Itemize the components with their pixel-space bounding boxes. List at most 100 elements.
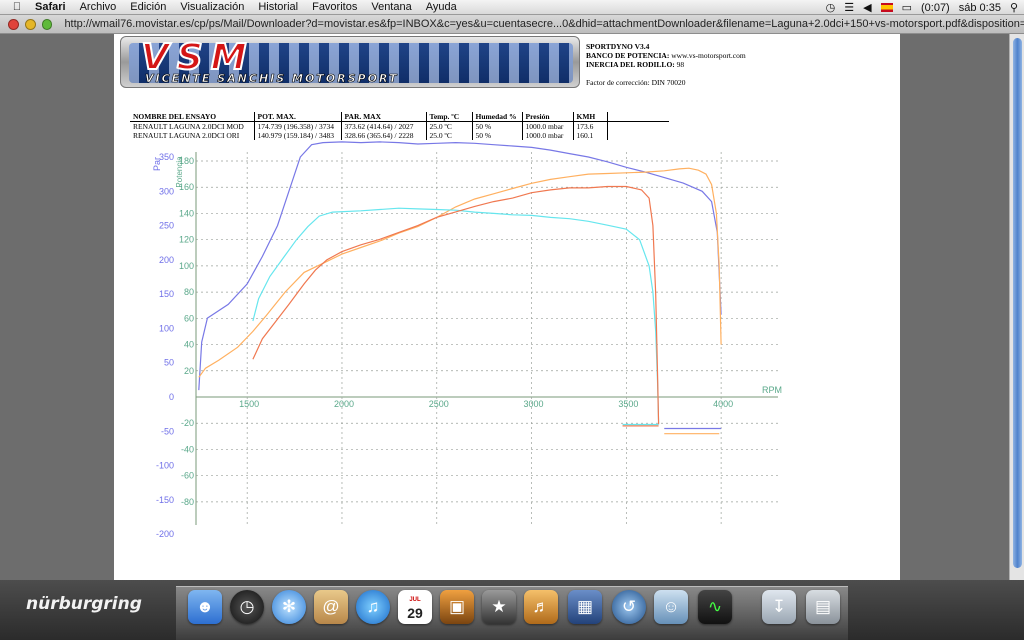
wallpaper-brand: nürburgring [26,594,142,614]
col-header: NOMBRE DEL ENSAYO [130,112,255,122]
dashboard-icon[interactable]: ◷ [230,590,264,624]
menu-app-safari[interactable]: Safari [28,1,73,13]
potencia-tick-label: -40 [181,444,194,454]
table-cell: 373.62 (414.64) / 2027 [341,121,427,131]
potencia-tick-label: 40 [184,340,194,350]
table-cell: 174.739 (196.358) / 3734 [254,121,342,131]
potencia-tick-label: -80 [181,497,194,507]
col-header: PAR. MAX [341,112,427,122]
par-tick-label: -200 [156,529,174,539]
results-table: NOMBRE DEL ENSAYO POT. MAX. PAR. MAX Tem… [130,112,669,140]
series-line-3 [252,185,660,425]
par-tick-label: 150 [159,289,174,299]
col-header-empty [607,112,669,122]
downloads-stack-icon[interactable]: ↧ [762,590,796,624]
rpm-tick-label: 3500 [618,399,638,409]
rpm-tick-label: 2500 [429,399,449,409]
potencia-tick-label: 140 [179,208,194,218]
col-header: KMH [573,112,608,122]
dyno-chart: 350300250200150100500-50-100-150-2001801… [152,141,782,539]
battery-icon[interactable]: ▭ [902,1,912,14]
par-tick-label: 200 [159,255,174,265]
bench-value: www.vs-motorsport.com [671,51,746,60]
scrollbar-thumb[interactable] [1013,38,1022,568]
itunes-icon[interactable]: ♫ [356,590,390,624]
spotlight-icon[interactable]: ⚲ [1010,1,1018,14]
address-bar[interactable]: http://wmail76.movistar.es/cp/ps/Mail/Do… [64,18,1024,30]
ical-icon[interactable]: JUL 29 [398,590,432,624]
inertia-label: INERCIA DEL RODILLO: [586,60,675,69]
par-tick-label: 100 [159,323,174,333]
trash-icon[interactable]: ▤ [806,590,840,624]
par-tick-label: -100 [156,461,174,471]
potencia-tick-label: 60 [184,313,194,323]
rpm-tick-label: 3000 [524,399,544,409]
time-machine-icon[interactable]: ◷ [826,1,836,14]
minimize-window-button[interactable] [24,18,36,30]
par-tick-label: 300 [159,186,174,196]
battery-time[interactable]: (0:07) [921,2,950,14]
volume-icon[interactable]: ◀ [863,1,871,14]
software-name: SPORTDYNO V3.4 [586,42,650,51]
par-tick-label: 250 [159,221,174,231]
preview-icon[interactable]: ☺ [654,590,688,624]
logo-subtitle: VICENTE SANCHIS MOTORSPORT [145,72,399,86]
par-tick-label: 50 [164,358,174,368]
menu-favoritos[interactable]: Favoritos [305,1,364,13]
inertia-value: 98 [676,60,685,69]
apple-icon[interactable]:  [6,1,28,13]
table-header-row: NOMBRE DEL ENSAYO POT. MAX. PAR. MAX Tem… [130,112,669,122]
potencia-tick-label: 120 [179,235,194,245]
vsm-logo: VSM VICENTE SANCHIS MOTORSPORT [120,36,580,88]
zoom-window-button[interactable] [41,18,53,30]
browser-viewport: VSM VICENTE SANCHIS MOTORSPORT SPORTDYNO… [0,34,1024,580]
imovie-icon[interactable]: ★ [482,590,516,624]
par-tick-label: -50 [161,426,174,436]
clock[interactable]: sáb 0:35 [959,2,1001,14]
par-axis-title: Par [152,157,162,171]
bench-label: BANCO DE POTENCIA: [586,51,670,60]
finder-icon[interactable]: ☻ [188,590,222,624]
menu-ventana[interactable]: Ventana [364,1,418,13]
dock: nürburgring ☻ ◷ ✻ @ ♫ JUL 29 ▣ ★ ♬ ▦ ↺ ☺… [0,580,1024,640]
correction-factor: Factor de corrección: DIN 70020 [586,78,686,87]
rpm-tick-label: 1500 [239,399,259,409]
col-header: Presión [522,112,574,122]
pdf-page: VSM VICENTE SANCHIS MOTORSPORT SPORTDYNO… [114,34,900,580]
table-cell: 25.0 ºC [426,121,473,131]
menu-historial[interactable]: Historial [251,1,305,13]
menu-bar:  Safari Archivo Edición Visualización H… [0,0,1024,15]
table-row: RENAULT LAGUNA 2.0DCI MOD 174.739 (196.3… [130,121,669,132]
spaces-icon[interactable]: ▦ [568,590,602,624]
potencia-tick-label: 20 [184,366,194,376]
rpm-axis-title: RPM [762,385,782,395]
menu-ayuda[interactable]: Ayuda [419,1,464,13]
par-tick-label: 0 [169,392,174,402]
rpm-tick-label: 4000 [713,399,733,409]
iphoto-icon[interactable]: ▣ [440,590,474,624]
potencia-axis-title: Potencia [175,156,184,188]
dyno-info: SPORTDYNO V3.4 BANCO DE POTENCIA: www.vs… [586,42,746,87]
table-cell: 1000.0 mbar [522,121,574,131]
wifi-icon[interactable]: ☰ [844,1,854,14]
close-window-button[interactable] [8,18,19,30]
table-cell: 50 % [472,121,523,131]
vertical-scrollbar[interactable] [1009,34,1024,580]
table-cell: RENAULT LAGUNA 2.0DCI MOD [130,121,255,131]
address-book-icon[interactable]: @ [314,590,348,624]
menu-archivo[interactable]: Archivo [73,1,124,13]
garageband-icon[interactable]: ♬ [524,590,558,624]
col-header: POT. MAX. [254,112,342,122]
menu-edicion[interactable]: Edición [123,1,173,13]
time-machine-icon[interactable]: ↺ [612,590,646,624]
menu-visualizacion[interactable]: Visualización [173,1,251,13]
table-cell-empty [607,122,669,132]
par-tick-label: -150 [156,495,174,505]
activity-monitor-icon[interactable]: ∿ [698,590,732,624]
potencia-tick-label: 80 [184,287,194,297]
potencia-tick-label: -60 [181,471,194,481]
ical-day: 29 [407,605,423,621]
input-flag-icon[interactable] [880,3,893,12]
potencia-tick-label: 100 [179,261,194,271]
safari-icon[interactable]: ✻ [272,590,306,624]
